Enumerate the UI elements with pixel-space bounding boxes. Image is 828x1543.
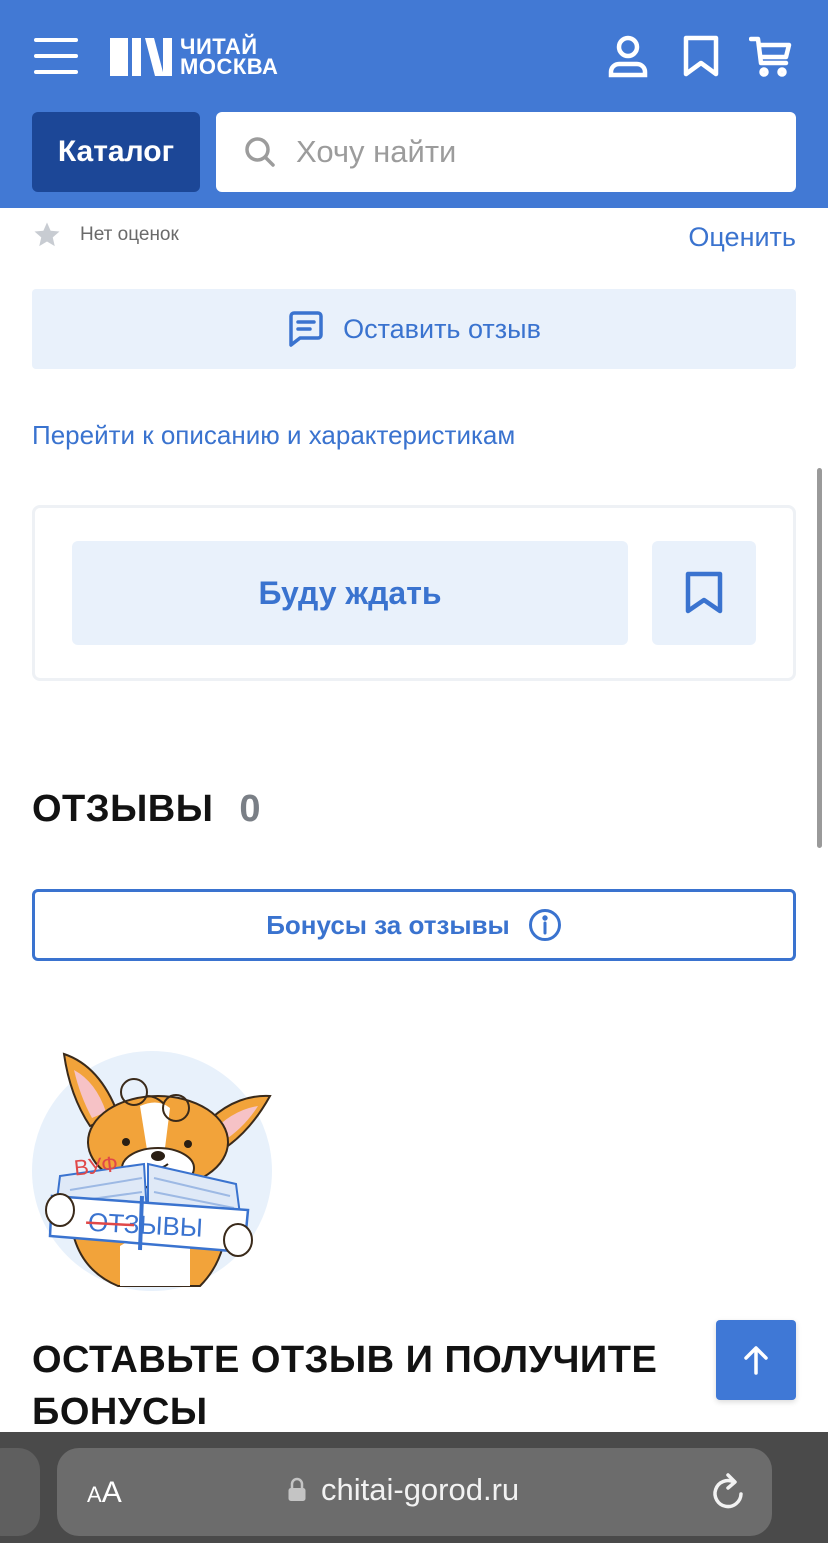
leave-review-button[interactable]: Оставить отзыв: [32, 289, 796, 369]
rating-row: Нет оценок Оценить: [32, 220, 796, 256]
reviews-heading: ОТЗЫВЫ 0: [32, 788, 261, 831]
browser-toolbar: AA chitai-gorod.ru: [0, 1432, 828, 1543]
address-bar[interactable]: AA chitai-gorod.ru: [57, 1448, 772, 1536]
description-link[interactable]: Перейти к описанию и характеристикам: [32, 420, 515, 451]
no-ratings: Нет оценок: [32, 220, 179, 250]
logo[interactable]: ЧИТАЙ МОСКВА: [110, 36, 278, 78]
promo-title: ОСТАВЬТЕ ОТЗЫВ И ПОЛУЧИТЕ БОНУСЫ: [32, 1339, 658, 1433]
text-size-button[interactable]: AA: [87, 1476, 122, 1510]
no-ratings-label: Нет оценок: [80, 224, 179, 245]
search-input[interactable]: [296, 134, 766, 170]
corgi-illustration: ВУФ ОТЗЫВЫ: [32, 1051, 272, 1291]
url-text: chitai-gorod.ru: [321, 1472, 520, 1507]
url-display[interactable]: chitai-gorod.ru: [287, 1472, 519, 1508]
catalog-button[interactable]: Каталог: [32, 112, 200, 192]
site-header: ЧИТАЙ МОСКВА Каталог: [0, 0, 828, 208]
wait-button[interactable]: Буду ждать: [72, 541, 628, 645]
bookmark-icon[interactable]: [679, 34, 723, 78]
reviews-title: ОТЗЫВЫ: [32, 788, 214, 830]
scroll-to-top-button[interactable]: [716, 1320, 796, 1400]
page-scrollbar[interactable]: [817, 468, 822, 848]
arrow-up-icon: [744, 1346, 768, 1375]
illustration-word-new: ВУФ: [73, 1151, 119, 1180]
comment-icon: [289, 311, 323, 347]
logo-mark-icon: [110, 38, 172, 76]
info-icon: [528, 909, 561, 941]
add-bookmark-button[interactable]: [652, 541, 756, 645]
cart-icon[interactable]: [749, 34, 793, 78]
previous-tab[interactable]: [0, 1448, 40, 1536]
rate-link[interactable]: Оценить: [688, 222, 796, 253]
reviews-count: 0: [239, 788, 261, 830]
search-icon: [245, 137, 275, 167]
leave-review-label: Оставить отзыв: [343, 313, 541, 344]
wait-card: Буду ждать: [32, 505, 796, 681]
lock-icon: [288, 1477, 306, 1501]
search-bar[interactable]: [216, 112, 796, 192]
user-icon[interactable]: [606, 34, 650, 78]
reload-icon[interactable]: [710, 1472, 746, 1512]
logo-text: ЧИТАЙ МОСКВА: [180, 34, 279, 79]
bookmark-icon: [685, 571, 723, 614]
menu-icon[interactable]: [34, 38, 78, 74]
bonus-for-reviews-button[interactable]: Бонусы за отзывы: [32, 889, 796, 961]
bonus-button-label: Бонусы за отзывы: [266, 909, 510, 940]
star-icon: [34, 222, 60, 247]
